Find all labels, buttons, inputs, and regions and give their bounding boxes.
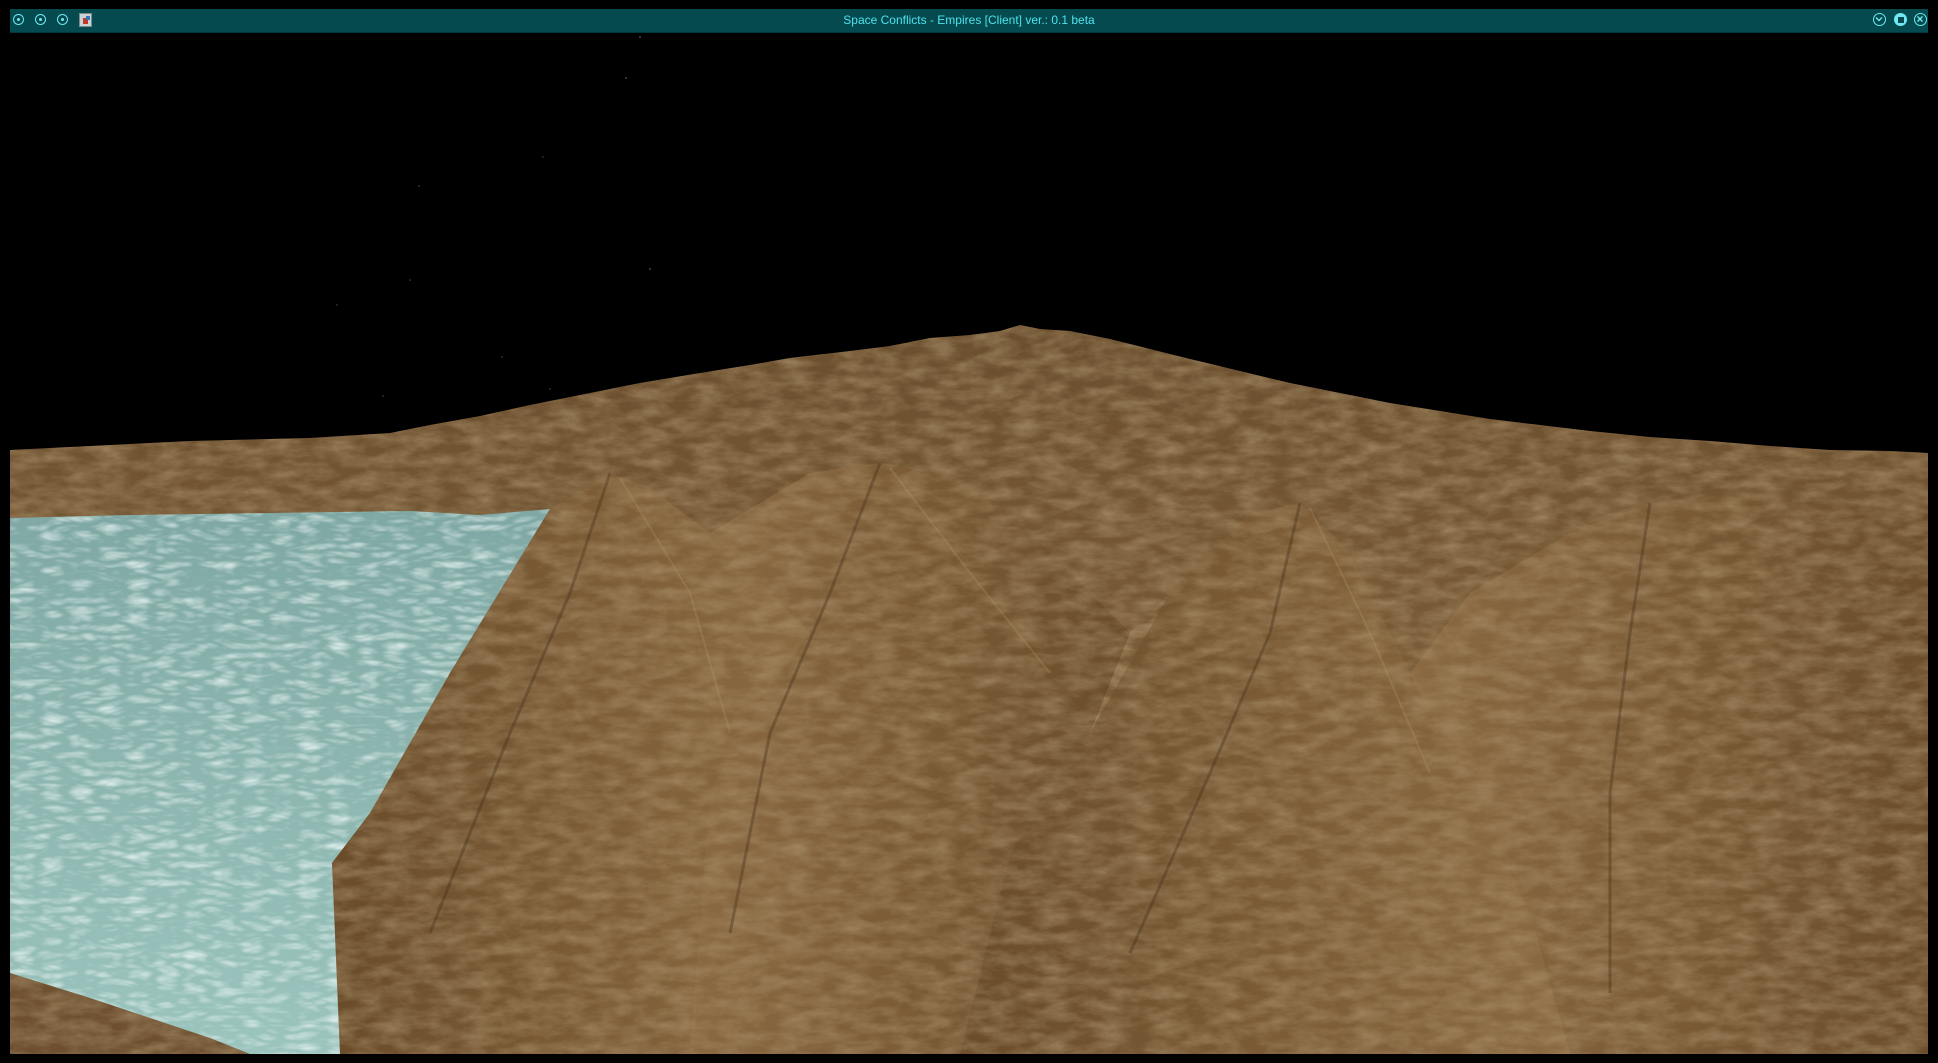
game-3d-viewport[interactable] (10, 33, 1928, 1054)
window-title: Space Conflicts - Empires [Client] ver.:… (843, 13, 1095, 27)
close-icon[interactable] (1914, 13, 1927, 26)
maximize-icon[interactable] (1894, 13, 1907, 26)
window-titlebar[interactable]: Space Conflicts - Empires [Client] ver.:… (10, 9, 1928, 33)
minimize-icon[interactable] (1873, 13, 1886, 26)
game-window: Space Conflicts - Empires [Client] ver.:… (10, 9, 1928, 1054)
